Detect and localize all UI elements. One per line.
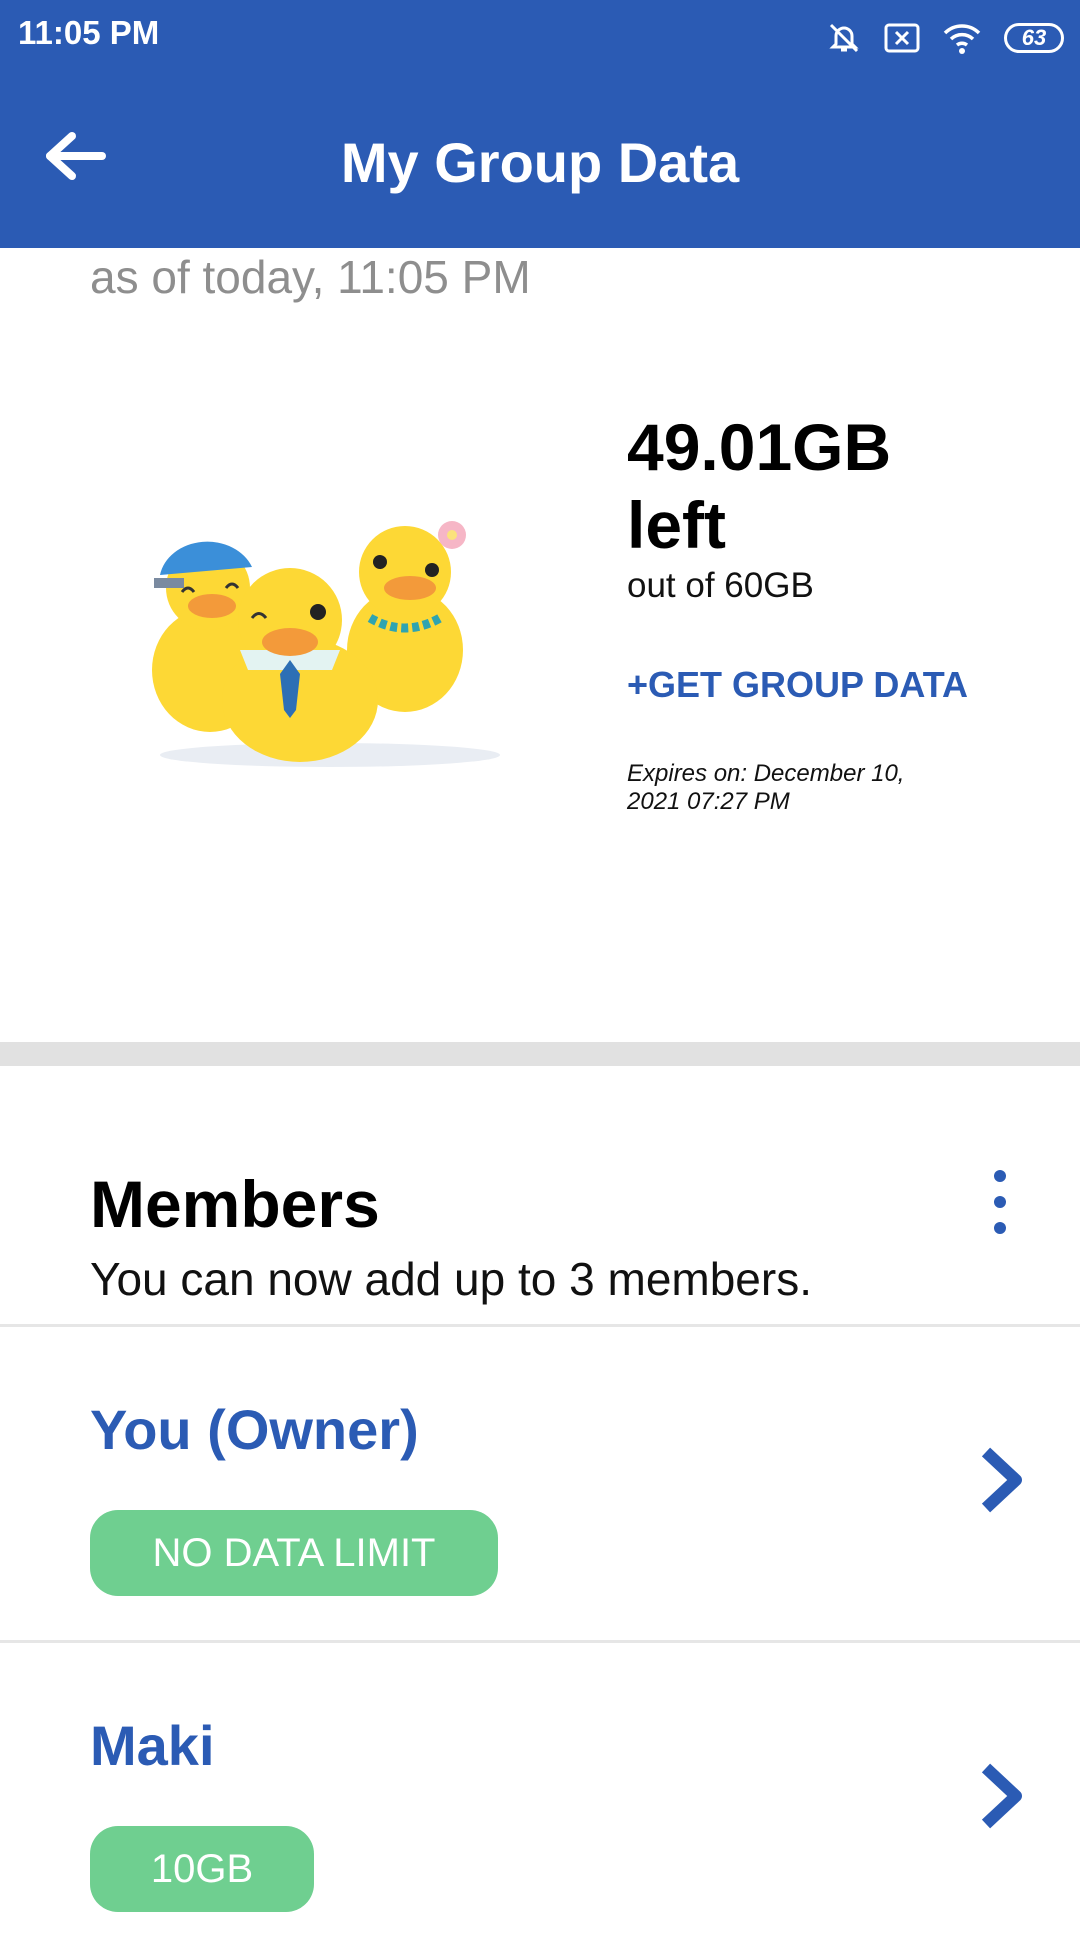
as-of-timestamp: as of today, 11:05 PM bbox=[90, 251, 531, 303]
data-remaining: 49.01GB left bbox=[627, 408, 891, 564]
wifi-icon bbox=[942, 21, 982, 55]
expiry-line-1: Expires on: December 10, bbox=[627, 760, 905, 787]
data-left-amount: 49.01GB bbox=[627, 410, 892, 484]
app-header: 11:05 PM 63 My Group Data bbox=[0, 0, 1080, 248]
data-total: out of 60GB bbox=[627, 566, 814, 605]
member-row-owner[interactable]: You (Owner) NO DATA LIMIT bbox=[0, 1327, 1080, 1637]
status-time: 11:05 PM bbox=[18, 14, 160, 51]
status-icons: 63 bbox=[826, 16, 1064, 60]
chevron-right-icon bbox=[981, 1447, 1022, 1513]
members-subtitle: You can now add up to 3 members. bbox=[90, 1253, 812, 1305]
sim-x-icon bbox=[884, 23, 920, 53]
member-name: Maki bbox=[90, 1714, 215, 1777]
members-heading: Members bbox=[90, 1167, 380, 1241]
member-row-maki[interactable]: Maki 10GB bbox=[0, 1643, 1080, 1953]
expiry-line-2: 2021 07:27 PM bbox=[627, 788, 790, 815]
three-ducks-illustration bbox=[140, 500, 520, 780]
chevron-right-icon bbox=[981, 1763, 1022, 1829]
get-group-data-link[interactable]: +GET GROUP DATA bbox=[627, 664, 968, 706]
member-name: You (Owner) bbox=[90, 1398, 419, 1461]
data-limit-badge: NO DATA LIMIT bbox=[90, 1510, 498, 1596]
section-divider bbox=[0, 1042, 1080, 1066]
page-title: My Group Data bbox=[340, 131, 740, 194]
bell-off-icon bbox=[826, 20, 862, 56]
data-limit-badge: 10GB bbox=[90, 1826, 314, 1912]
expiry-date: Expires on: December 10, 2021 07:27 PM bbox=[627, 760, 987, 816]
battery-icon: 63 bbox=[1004, 23, 1064, 53]
more-vert-icon[interactable] bbox=[978, 1170, 1022, 1234]
data-left-label: left bbox=[627, 488, 726, 562]
